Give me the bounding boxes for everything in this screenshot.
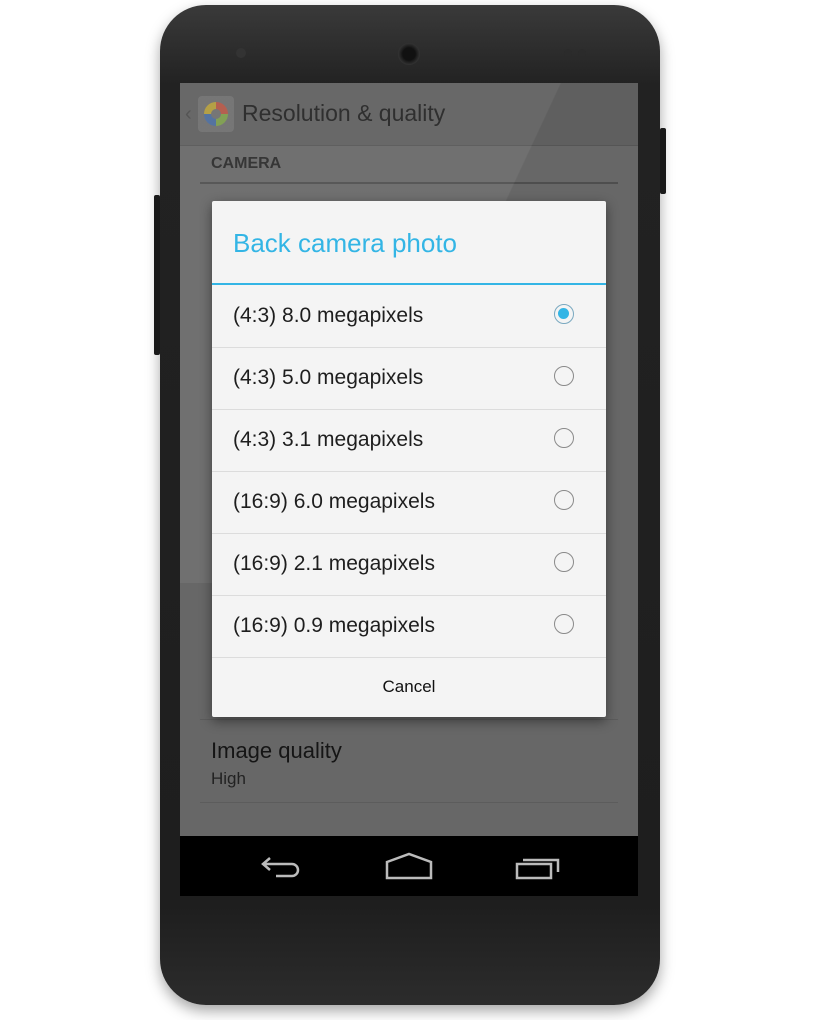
radio-button[interactable]	[554, 366, 574, 386]
cancel-button[interactable]: Cancel	[212, 657, 606, 717]
radio-button[interactable]	[554, 552, 574, 572]
option-label: (4:3) 5.0 megapixels	[233, 366, 424, 389]
resolution-option[interactable]: (16:9) 6.0 megapixels	[212, 471, 606, 534]
resolution-option[interactable]: (4:3) 3.1 megapixels	[212, 409, 606, 472]
navigation-bar	[180, 836, 638, 896]
resolution-option[interactable]: (16:9) 2.1 megapixels	[212, 533, 606, 596]
section-header: CAMERA	[211, 155, 282, 172]
radio-button[interactable]	[554, 614, 574, 634]
divider	[200, 719, 618, 720]
option-label: (16:9) 6.0 megapixels	[233, 490, 435, 513]
pref-title: Image quality	[211, 738, 342, 763]
power-button	[660, 128, 666, 194]
radio-button[interactable]	[554, 428, 574, 448]
earpiece-speaker	[398, 43, 420, 65]
action-bar-title: Resolution & quality	[242, 100, 446, 126]
home-icon[interactable]	[385, 852, 433, 880]
option-label: (4:3) 8.0 megapixels	[233, 304, 424, 327]
resolution-dialog: Back camera photo (4:3) 8.0 megapixels (4…	[212, 201, 606, 717]
divider	[200, 182, 618, 184]
volume-button	[154, 195, 160, 355]
camera-app-icon[interactable]	[198, 96, 234, 132]
option-label: (4:3) 3.1 megapixels	[233, 428, 424, 451]
resolution-option[interactable]: (4:3) 8.0 megapixels	[212, 285, 606, 348]
pref-summary: High	[211, 769, 246, 788]
resolution-option[interactable]: (4:3) 5.0 megapixels	[212, 347, 606, 410]
front-camera	[236, 48, 246, 58]
action-bar: ‹ Resolution & quality	[180, 83, 638, 146]
divider	[200, 802, 618, 803]
up-chevron-icon[interactable]: ‹	[185, 103, 192, 126]
resolution-option[interactable]: (16:9) 0.9 megapixels	[212, 595, 606, 658]
radio-button[interactable]	[554, 490, 574, 510]
radio-button[interactable]	[554, 304, 574, 324]
dialog-title: Back camera photo	[233, 228, 458, 258]
option-label: (16:9) 2.1 megapixels	[233, 552, 435, 575]
recents-icon[interactable]	[515, 852, 561, 880]
option-label: (16:9) 0.9 megapixels	[233, 614, 435, 637]
back-icon[interactable]	[260, 852, 304, 880]
sensor	[578, 49, 586, 57]
sensor	[564, 49, 572, 57]
